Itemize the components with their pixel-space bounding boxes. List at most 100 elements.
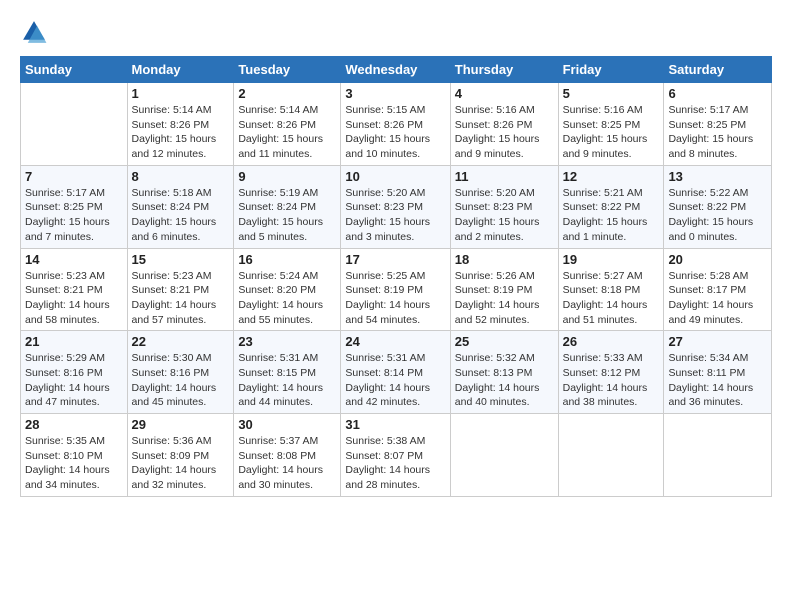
calendar-cell: 15Sunrise: 5:23 AM Sunset: 8:21 PM Dayli… [127, 248, 234, 331]
day-info: Sunrise: 5:38 AM Sunset: 8:07 PM Dayligh… [345, 434, 445, 493]
calendar-week-row: 1 Sunrise: 5:14 AM Sunset: 8:26 PM Daylig… [21, 83, 772, 166]
day-info: Sunrise: 5:17 AM Sunset: 8:25 PM Dayligh… [668, 103, 767, 162]
day-number: 6 [668, 86, 767, 101]
weekday-header-row: SundayMondayTuesdayWednesdayThursdayFrid… [21, 57, 772, 83]
calendar-cell: 10 Sunrise: 5:20 AM Sunset: 8:23 PM Dayli… [341, 165, 450, 248]
day-info: Sunrise: 5:20 AM Sunset: 8:23 PM Dayligh… [345, 186, 445, 245]
day-info: Sunrise: 5:25 AM Sunset: 8:19 PM Dayligh… [345, 269, 445, 328]
calendar-cell: 31 Sunrise: 5:38 AM Sunset: 8:07 PM Dayli… [341, 414, 450, 497]
calendar-cell [664, 414, 772, 497]
day-number: 1 [132, 86, 230, 101]
day-number: 17 [345, 252, 445, 267]
day-number: 5 [563, 86, 660, 101]
day-number: 20 [668, 252, 767, 267]
day-info: Sunrise: 5:20 AM Sunset: 8:23 PM Dayligh… [455, 186, 554, 245]
calendar-cell: 25 Sunrise: 5:32 AM Sunset: 8:13 PM Dayli… [450, 331, 558, 414]
day-number: 30 [238, 417, 336, 432]
day-number: 26 [563, 334, 660, 349]
calendar-cell: 14 Sunrise: 5:23 AM Sunset: 8:21 PM Dayli… [21, 248, 128, 331]
calendar-cell: 2 Sunrise: 5:14 AM Sunset: 8:26 PM Daylig… [234, 83, 341, 166]
calendar-cell: 11 Sunrise: 5:20 AM Sunset: 8:23 PM Dayli… [450, 165, 558, 248]
day-info: Sunrise: 5:23 AM Sunset: 8:21 PM Dayligh… [132, 269, 230, 328]
day-info: Sunrise: 5:14 AM Sunset: 8:26 PM Dayligh… [238, 103, 336, 162]
day-number: 19 [563, 252, 660, 267]
day-info: Sunrise: 5:15 AM Sunset: 8:26 PM Dayligh… [345, 103, 445, 162]
weekday-header-sunday: Sunday [21, 57, 128, 83]
day-number: 31 [345, 417, 445, 432]
day-info: Sunrise: 5:19 AM Sunset: 8:24 PM Dayligh… [238, 186, 336, 245]
calendar-cell: 1 Sunrise: 5:14 AM Sunset: 8:26 PM Daylig… [127, 83, 234, 166]
day-info: Sunrise: 5:37 AM Sunset: 8:08 PM Dayligh… [238, 434, 336, 493]
day-info: Sunrise: 5:16 AM Sunset: 8:26 PM Dayligh… [455, 103, 554, 162]
calendar-cell: 13 Sunrise: 5:22 AM Sunset: 8:22 PM Dayli… [664, 165, 772, 248]
day-number: 14 [25, 252, 123, 267]
day-info: Sunrise: 5:30 AM Sunset: 8:16 PM Dayligh… [132, 351, 230, 410]
calendar-cell: 4 Sunrise: 5:16 AM Sunset: 8:26 PM Daylig… [450, 83, 558, 166]
day-number: 11 [455, 169, 554, 184]
day-number: 7 [25, 169, 123, 184]
calendar-cell [450, 414, 558, 497]
day-number: 28 [25, 417, 123, 432]
day-number: 9 [238, 169, 336, 184]
calendar-cell: 17 Sunrise: 5:25 AM Sunset: 8:19 PM Dayli… [341, 248, 450, 331]
day-number: 18 [455, 252, 554, 267]
calendar-cell: 28 Sunrise: 5:35 AM Sunset: 8:10 PM Dayli… [21, 414, 128, 497]
day-info: Sunrise: 5:28 AM Sunset: 8:17 PM Dayligh… [668, 269, 767, 328]
day-number: 29 [132, 417, 230, 432]
logo [20, 18, 52, 46]
day-info: Sunrise: 5:31 AM Sunset: 8:15 PM Dayligh… [238, 351, 336, 410]
calendar-cell: 20 Sunrise: 5:28 AM Sunset: 8:17 PM Dayli… [664, 248, 772, 331]
calendar-cell: 22 Sunrise: 5:30 AM Sunset: 8:16 PM Dayli… [127, 331, 234, 414]
day-info: Sunrise: 5:14 AM Sunset: 8:26 PM Dayligh… [132, 103, 230, 162]
weekday-header-thursday: Thursday [450, 57, 558, 83]
day-number: 8 [132, 169, 230, 184]
day-info: Sunrise: 5:35 AM Sunset: 8:10 PM Dayligh… [25, 434, 123, 493]
calendar-cell: 27 Sunrise: 5:34 AM Sunset: 8:11 PM Dayli… [664, 331, 772, 414]
day-info: Sunrise: 5:23 AM Sunset: 8:21 PM Dayligh… [25, 269, 123, 328]
day-info: Sunrise: 5:27 AM Sunset: 8:18 PM Dayligh… [563, 269, 660, 328]
calendar-cell: 30 Sunrise: 5:37 AM Sunset: 8:08 PM Dayli… [234, 414, 341, 497]
calendar-cell: 8Sunrise: 5:18 AM Sunset: 8:24 PM Daylig… [127, 165, 234, 248]
calendar-cell [558, 414, 664, 497]
day-info: Sunrise: 5:22 AM Sunset: 8:22 PM Dayligh… [668, 186, 767, 245]
calendar-cell: 12Sunrise: 5:21 AM Sunset: 8:22 PM Dayli… [558, 165, 664, 248]
day-number: 10 [345, 169, 445, 184]
calendar-cell: 16 Sunrise: 5:24 AM Sunset: 8:20 PM Dayli… [234, 248, 341, 331]
weekday-header-monday: Monday [127, 57, 234, 83]
day-number: 21 [25, 334, 123, 349]
calendar-cell: 19 Sunrise: 5:27 AM Sunset: 8:18 PM Dayli… [558, 248, 664, 331]
day-number: 3 [345, 86, 445, 101]
header [20, 18, 772, 46]
calendar-cell: 6 Sunrise: 5:17 AM Sunset: 8:25 PM Daylig… [664, 83, 772, 166]
calendar-week-row: 7 Sunrise: 5:17 AM Sunset: 8:25 PM Daylig… [21, 165, 772, 248]
weekday-header-wednesday: Wednesday [341, 57, 450, 83]
day-info: Sunrise: 5:32 AM Sunset: 8:13 PM Dayligh… [455, 351, 554, 410]
day-info: Sunrise: 5:33 AM Sunset: 8:12 PM Dayligh… [563, 351, 660, 410]
day-number: 25 [455, 334, 554, 349]
logo-icon [20, 18, 48, 46]
day-number: 2 [238, 86, 336, 101]
calendar-cell: 9 Sunrise: 5:19 AM Sunset: 8:24 PM Daylig… [234, 165, 341, 248]
day-number: 27 [668, 334, 767, 349]
day-number: 24 [345, 334, 445, 349]
day-number: 4 [455, 86, 554, 101]
day-info: Sunrise: 5:29 AM Sunset: 8:16 PM Dayligh… [25, 351, 123, 410]
day-number: 13 [668, 169, 767, 184]
calendar-cell: 3 Sunrise: 5:15 AM Sunset: 8:26 PM Daylig… [341, 83, 450, 166]
calendar-week-row: 28 Sunrise: 5:35 AM Sunset: 8:10 PM Dayli… [21, 414, 772, 497]
day-info: Sunrise: 5:34 AM Sunset: 8:11 PM Dayligh… [668, 351, 767, 410]
day-number: 16 [238, 252, 336, 267]
day-number: 22 [132, 334, 230, 349]
weekday-header-friday: Friday [558, 57, 664, 83]
day-number: 12 [563, 169, 660, 184]
calendar-cell: 7 Sunrise: 5:17 AM Sunset: 8:25 PM Daylig… [21, 165, 128, 248]
calendar-cell: 18Sunrise: 5:26 AM Sunset: 8:19 PM Dayli… [450, 248, 558, 331]
day-info: Sunrise: 5:36 AM Sunset: 8:09 PM Dayligh… [132, 434, 230, 493]
day-info: Sunrise: 5:24 AM Sunset: 8:20 PM Dayligh… [238, 269, 336, 328]
day-number: 23 [238, 334, 336, 349]
calendar-cell: 26 Sunrise: 5:33 AM Sunset: 8:12 PM Dayli… [558, 331, 664, 414]
weekday-header-tuesday: Tuesday [234, 57, 341, 83]
calendar-cell: 21 Sunrise: 5:29 AM Sunset: 8:16 PM Dayli… [21, 331, 128, 414]
calendar-cell: 24Sunrise: 5:31 AM Sunset: 8:14 PM Dayli… [341, 331, 450, 414]
day-info: Sunrise: 5:17 AM Sunset: 8:25 PM Dayligh… [25, 186, 123, 245]
